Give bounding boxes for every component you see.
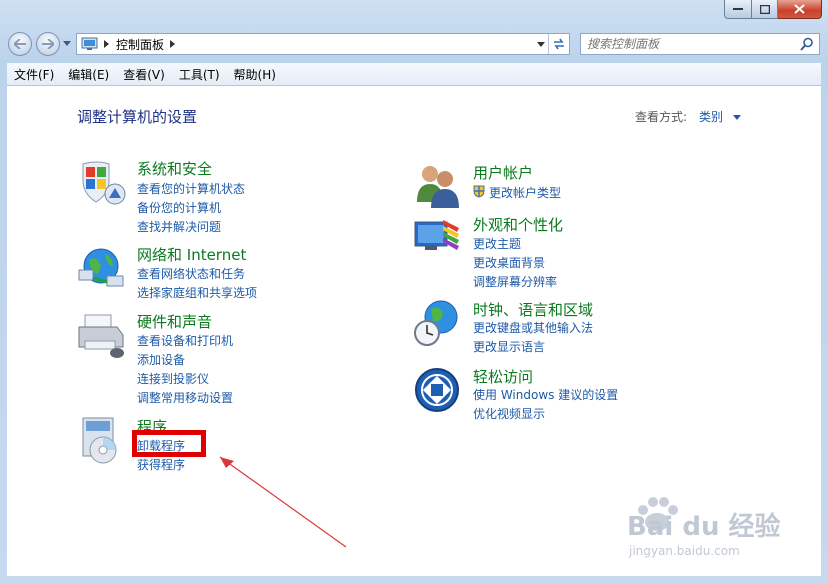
link-change-keyboard[interactable]: 更改键盘或其他输入法 bbox=[473, 319, 593, 336]
category-title-clock-language-region[interactable]: 时钟、语言和区域 bbox=[473, 299, 593, 320]
menu-view[interactable]: 查看(V) bbox=[116, 66, 172, 83]
annotation-highlight-box bbox=[132, 430, 206, 457]
control-panel-window: 控制面板 文件(F) 编辑(E) 查看(V) 工具(T) 帮助(H) 调整计算机… bbox=[0, 0, 828, 583]
view-by-dropdown[interactable]: 类别 bbox=[699, 108, 741, 125]
breadcrumb-separator-icon[interactable] bbox=[170, 40, 176, 48]
link-change-account-type[interactable]: 更改帐户类型 bbox=[489, 184, 561, 201]
category-title-user-accounts[interactable]: 用户帐户 bbox=[473, 162, 533, 183]
link-backup-computer[interactable]: 备份您的计算机 bbox=[137, 199, 221, 216]
search-icon[interactable] bbox=[800, 37, 814, 51]
address-bar[interactable]: 控制面板 bbox=[76, 33, 570, 55]
category-title-network-internet[interactable]: 网络和 Internet bbox=[137, 244, 246, 265]
chevron-down-icon[interactable] bbox=[732, 115, 741, 120]
link-connect-projector[interactable]: 连接到投影仪 bbox=[137, 370, 209, 387]
shield-icon[interactable] bbox=[77, 158, 127, 208]
view-by-value[interactable]: 类别 bbox=[699, 110, 723, 124]
menu-tools[interactable]: 工具(T) bbox=[172, 66, 227, 83]
caption-buttons bbox=[724, 0, 822, 19]
refresh-icon bbox=[554, 38, 564, 50]
link-change-theme[interactable]: 更改主题 bbox=[473, 235, 521, 252]
printer-icon[interactable] bbox=[77, 311, 127, 361]
baidu-watermark: Bai du 经验 jingyan.baidu.com bbox=[627, 496, 797, 566]
menu-file[interactable]: 文件(F) bbox=[7, 66, 61, 83]
search-input[interactable] bbox=[581, 36, 800, 52]
link-change-desktop-background[interactable]: 更改桌面背景 bbox=[473, 254, 545, 271]
annotation-arrow-icon bbox=[219, 456, 347, 548]
watermark-site: jingyan.baidu.com bbox=[629, 544, 740, 558]
control-panel-icon bbox=[81, 37, 98, 50]
link-adjust-resolution[interactable]: 调整屏幕分辨率 bbox=[473, 273, 557, 290]
link-view-computer-status[interactable]: 查看您的计算机状态 bbox=[137, 180, 245, 197]
menu-edit[interactable]: 编辑(E) bbox=[61, 66, 116, 83]
category-title-ease-of-access[interactable]: 轻松访问 bbox=[473, 366, 533, 387]
network-globe-icon[interactable] bbox=[77, 244, 127, 294]
link-change-display-language[interactable]: 更改显示语言 bbox=[473, 338, 545, 355]
link-get-programs[interactable]: 获得程序 bbox=[137, 456, 185, 473]
address-dropdown-icon[interactable] bbox=[537, 42, 545, 47]
watermark-brand: Bai du 经验 bbox=[627, 512, 781, 542]
breadcrumb-control-panel[interactable]: 控制面板 bbox=[116, 36, 164, 53]
maximize-icon bbox=[759, 4, 770, 14]
link-view-network-status[interactable]: 查看网络状态和任务 bbox=[137, 265, 245, 282]
view-by-label: 查看方式: bbox=[635, 110, 688, 124]
link-optimize-visual-display[interactable]: 优化视频显示 bbox=[473, 405, 545, 422]
maximize-button[interactable] bbox=[752, 0, 778, 19]
minimize-button[interactable] bbox=[724, 0, 752, 19]
content-pane: 调整计算机的设置 查看方式: 类别 系统和安全 查看您的计算机状态 备份您的计算… bbox=[7, 86, 821, 576]
category-title-hardware-sound[interactable]: 硬件和声音 bbox=[137, 311, 212, 332]
link-mobility-settings[interactable]: 调整常用移动设置 bbox=[137, 389, 233, 406]
recent-pages-chevron-icon[interactable] bbox=[63, 41, 71, 47]
uac-shield-icon bbox=[473, 185, 485, 198]
link-devices-printers[interactable]: 查看设备和打印机 bbox=[137, 332, 233, 349]
close-button[interactable] bbox=[778, 0, 822, 19]
ease-of-access-icon[interactable] bbox=[413, 366, 463, 416]
category-title-appearance[interactable]: 外观和个性化 bbox=[473, 214, 563, 235]
minimize-icon bbox=[733, 8, 743, 10]
programs-disc-icon[interactable] bbox=[77, 416, 127, 466]
forward-arrow-icon bbox=[42, 39, 54, 49]
link-homegroup-sharing[interactable]: 选择家庭组和共享选项 bbox=[137, 284, 257, 301]
clock-globe-icon[interactable] bbox=[413, 299, 463, 349]
back-arrow-icon bbox=[14, 39, 26, 49]
back-button[interactable] bbox=[8, 32, 32, 56]
link-windows-recommended-settings[interactable]: 使用 Windows 建议的设置 bbox=[473, 386, 618, 403]
close-icon bbox=[794, 4, 805, 14]
link-add-device[interactable]: 添加设备 bbox=[137, 351, 185, 368]
navigation-bar: 控制面板 bbox=[0, 30, 828, 58]
forward-button[interactable] bbox=[36, 32, 60, 56]
appearance-monitor-icon[interactable] bbox=[413, 214, 463, 264]
page-title: 调整计算机的设置 bbox=[77, 108, 198, 126]
category-title-system-security[interactable]: 系统和安全 bbox=[137, 158, 212, 179]
breadcrumb-separator-icon bbox=[104, 40, 109, 48]
users-icon[interactable] bbox=[413, 162, 463, 212]
link-troubleshoot[interactable]: 查找并解决问题 bbox=[137, 218, 221, 235]
search-box bbox=[580, 33, 820, 55]
refresh-button[interactable] bbox=[548, 34, 569, 54]
menu-bar: 文件(F) 编辑(E) 查看(V) 工具(T) 帮助(H) bbox=[7, 63, 821, 86]
menu-help[interactable]: 帮助(H) bbox=[227, 66, 283, 83]
